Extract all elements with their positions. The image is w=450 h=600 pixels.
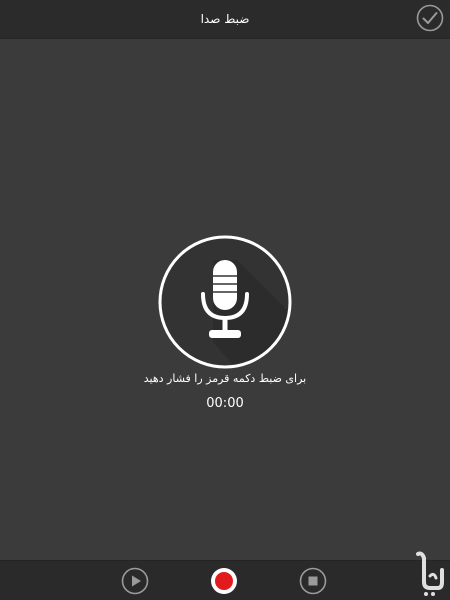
control-bar: [0, 560, 450, 600]
stop-icon: [299, 567, 327, 595]
app-logo: [412, 548, 446, 596]
page-title: ضبط صدا: [200, 12, 250, 26]
header-bar: ضبط صدا: [0, 0, 450, 39]
record-instruction: برای ضبط دکمه قرمز را فشار دهید: [143, 372, 307, 385]
record-button[interactable]: [210, 567, 238, 595]
recorder-screen: ضبط صدا برای ضبط دکمه قرمز را فشار دهید …: [0, 0, 450, 600]
microphone-badge: [157, 234, 293, 370]
play-button[interactable]: [121, 567, 149, 595]
play-icon: [121, 567, 149, 595]
stop-button[interactable]: [299, 567, 327, 595]
checkmark-circle-icon: [416, 4, 444, 32]
confirm-button[interactable]: [416, 4, 444, 32]
record-icon: [211, 568, 237, 594]
elapsed-timer: 00:00: [206, 396, 244, 411]
